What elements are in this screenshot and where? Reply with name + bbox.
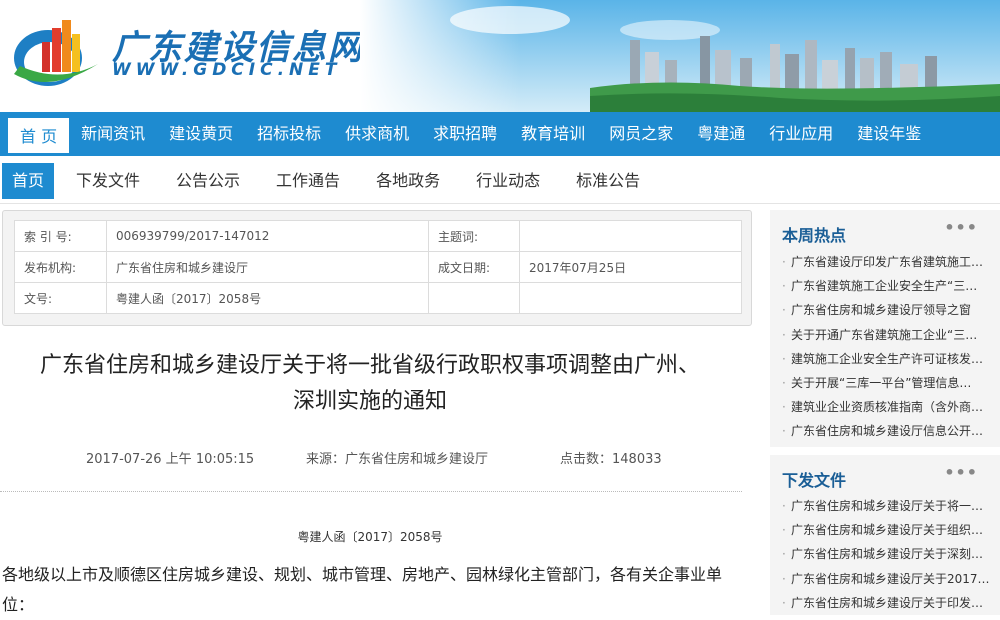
sidebar-separator bbox=[770, 447, 1000, 455]
sidebar-list-item-label: 广东省住房和城乡建设厅关于深刻… bbox=[791, 547, 984, 562]
sidebar-list-item-label: 广东省建筑施工企业安全生产“三… bbox=[791, 279, 978, 294]
hot-topics-list: · 广东省建设厅印发广东省建筑施工… · 广东省建筑施工企业安全生产“三… · 广东省住房… bbox=[782, 250, 1000, 444]
bullet-icon: · bbox=[782, 523, 786, 538]
sidebar-list-item-label: 关于开通广东省建筑施工企业“三… bbox=[791, 327, 978, 342]
hot-topics-more-button[interactable]: ••• bbox=[944, 218, 978, 237]
bullet-icon: · bbox=[782, 303, 786, 318]
article-body: 各地级以上市及顺德区住房城乡建设、规划、城市管理、房地产、园林绿化主管部门，各有… bbox=[2, 560, 742, 620]
main-nav-item[interactable]: 新闻资讯 bbox=[69, 115, 157, 153]
sidebar-list-item[interactable]: · 关于开展“三库一平台”管理信息… bbox=[782, 371, 1000, 395]
sidebar-list-item[interactable]: · 建筑施工企业安全生产许可证核发… bbox=[782, 347, 1000, 371]
docno-value: 粤建人函〔2017〕2058号 bbox=[106, 282, 429, 314]
bullet-icon: · bbox=[782, 279, 786, 294]
empty-label bbox=[428, 282, 520, 314]
sub-nav-item[interactable]: 行业动态 bbox=[464, 163, 552, 199]
sub-nav-item[interactable]: 首页 bbox=[2, 162, 55, 199]
site-logo-icon[interactable] bbox=[10, 14, 102, 92]
article-source: 来源：广东省住房和城乡建设厅 bbox=[306, 452, 489, 467]
bullet-icon: · bbox=[782, 400, 786, 415]
main-nav-item[interactable]: 教育培训 bbox=[509, 115, 597, 153]
site-url[interactable]: WWW.GDCIC.NET bbox=[112, 60, 341, 80]
sidebar-list-item-label: 建筑业企业资质核准指南（含外商… bbox=[791, 400, 984, 415]
hot-topics-title: 本周热点 bbox=[782, 226, 847, 245]
sidebar-list-item-label: 关于开展“三库一平台”管理信息… bbox=[791, 375, 972, 390]
index-label: 索 引 号: bbox=[14, 220, 107, 252]
sidebar-list-item-label: 广东省住房和城乡建设厅关于2017… bbox=[791, 571, 990, 586]
main-nav-item[interactable]: 招标投标 bbox=[245, 115, 333, 153]
sidebar-list-item[interactable]: · 广东省住房和城乡建设厅关于印发… bbox=[782, 591, 1000, 615]
document-meta-box: 索 引 号: 006939799/2017-147012 主题词: 发布机构: … bbox=[2, 210, 752, 326]
sidebar-list-item[interactable]: · 广东省住房和城乡建设厅关于组织… bbox=[782, 518, 1000, 542]
main-nav-item[interactable]: 供求商机 bbox=[333, 115, 421, 153]
issuer-value: 广东省住房和城乡建设厅 bbox=[106, 251, 429, 283]
sidebar-list-item[interactable]: · 建筑业企业资质核准指南（含外商… bbox=[782, 395, 1000, 419]
docno-label: 文号: bbox=[14, 282, 107, 314]
city-skyline-banner bbox=[360, 0, 1000, 112]
sub-nav-item[interactable]: 公告公示 bbox=[164, 163, 252, 199]
bullet-icon: · bbox=[782, 547, 786, 562]
sub-nav-item[interactable]: 各地政务 bbox=[364, 163, 452, 199]
sub-nav-item[interactable]: 标准公告 bbox=[564, 163, 652, 199]
bullet-icon: · bbox=[782, 255, 786, 269]
bullet-icon: · bbox=[782, 327, 786, 342]
sidebar-list-item[interactable]: · 广东省住房和城乡建设厅关于将一… bbox=[782, 494, 1000, 518]
document-meta-table: 索 引 号: 006939799/2017-147012 主题词: 发布机构: … bbox=[14, 220, 742, 314]
main-nav-item[interactable]: 建设年鉴 bbox=[845, 115, 933, 153]
sidebar-list-item-label: 广东省住房和城乡建设厅关于组织… bbox=[791, 523, 984, 538]
subject-value bbox=[519, 220, 742, 252]
sidebar-list-item-label: 广东省住房和城乡建设厅关于印发… bbox=[791, 595, 984, 610]
article-title: 广东省住房和城乡建设厅关于将一批省级行政职权事项调整由广州、 深圳实施的通知 bbox=[0, 348, 740, 420]
sidebar-list-item[interactable]: · 广东省建设厅印发广东省建筑施工… bbox=[782, 250, 1000, 274]
issuer-label: 发布机构: bbox=[14, 251, 107, 283]
article-title-line-1: 广东省住房和城乡建设厅关于将一批省级行政职权事项调整由广州、 bbox=[39, 353, 700, 378]
issued-docs-title: 下发文件 bbox=[782, 471, 847, 490]
main-nav-item[interactable]: 粤建通 bbox=[685, 115, 757, 153]
main-nav-item[interactable]: 网员之家 bbox=[597, 115, 685, 153]
sidebar-list-item[interactable]: · 广东省住房和城乡建设厅关于2017… bbox=[782, 567, 1000, 591]
bullet-icon: · bbox=[782, 351, 786, 366]
index-value: 006939799/2017-147012 bbox=[106, 220, 429, 252]
main-nav-item[interactable]: 首 页 bbox=[8, 115, 70, 153]
site-header: 广东建设信息网 WWW.GDCIC.NET bbox=[0, 0, 1000, 112]
issued-docs-more-button[interactable]: ••• bbox=[944, 463, 978, 482]
sub-nav-item[interactable]: 下发文件 bbox=[64, 163, 152, 199]
sidebar-list-item-label: 广东省住房和城乡建设厅领导之窗 bbox=[791, 303, 972, 318]
sidebar-list-item-label: 广东省建设厅印发广东省建筑施工… bbox=[791, 255, 984, 269]
sidebar-list-item-label: 建筑施工企业安全生产许可证核发… bbox=[791, 351, 984, 366]
main-nav-item[interactable]: 行业应用 bbox=[757, 115, 845, 153]
article-body-line-2: 位： bbox=[2, 595, 35, 614]
sidebar-list-item-label: 广东省住房和城乡建设厅关于将一… bbox=[791, 499, 984, 513]
bullet-icon: · bbox=[782, 499, 786, 513]
bullet-icon: · bbox=[782, 571, 786, 586]
main-nav-item[interactable]: 建设黄页 bbox=[157, 115, 245, 153]
article-divider bbox=[0, 491, 742, 492]
empty-value bbox=[519, 282, 742, 314]
article-body-line-1: 各地级以上市及顺德区住房城乡建设、规划、城市管理、房地产、园林绿化主管部门，各有… bbox=[2, 565, 723, 584]
sub-nav-item[interactable]: 工作通告 bbox=[264, 163, 352, 199]
article-doc-number: 粤建人函〔2017〕2058号 bbox=[297, 530, 443, 544]
sidebar-list-item[interactable]: · 广东省住房和城乡建设厅关于深刻… bbox=[782, 542, 1000, 566]
bullet-icon: · bbox=[782, 595, 786, 610]
main-nav-item[interactable]: 求职招聘 bbox=[421, 115, 509, 153]
sidebar: 本周热点 ••• · 广东省建设厅印发广东省建筑施工… · 广东省建筑施工企业安全生产… bbox=[770, 210, 1000, 615]
article-title-line-2: 深圳实施的通知 bbox=[292, 389, 447, 414]
sub-nav: 首页 下发文件 公告公示 工作通告 各地政务 行业动态 标准公告 bbox=[0, 158, 1000, 204]
bullet-icon: · bbox=[782, 424, 786, 439]
date-value: 2017年07月25日 bbox=[519, 251, 742, 283]
bullet-icon: · bbox=[782, 375, 786, 390]
subject-label: 主题词: bbox=[428, 220, 520, 252]
date-label: 成文日期: bbox=[428, 251, 520, 283]
article-datetime: 2017-07-26 上午 10:05:15 bbox=[86, 452, 255, 467]
main-nav: 首 页新闻资讯 建设黄页 招标投标 供求商机 求职招聘 教育培训 网员之家 粤建通 行业应用 建设… bbox=[0, 112, 1000, 156]
sidebar-list-item[interactable]: · 关于开通广东省建筑施工企业“三… bbox=[782, 323, 1000, 347]
article-clicks: 点击数：148033 bbox=[560, 452, 662, 467]
sidebar-list-item[interactable]: · 广东省住房和城乡建设厅领导之窗 bbox=[782, 298, 1000, 322]
sidebar-list-item[interactable]: · 广东省住房和城乡建设厅信息公开… bbox=[782, 419, 1000, 443]
sidebar-list-item-label: 广东省住房和城乡建设厅信息公开… bbox=[791, 424, 984, 439]
issued-docs-list: · 广东省住房和城乡建设厅关于将一… · 广东省住房和城乡建设厅关于组织… · 广东省住房… bbox=[782, 494, 1000, 615]
sidebar-list-item[interactable]: · 广东省建筑施工企业安全生产“三… bbox=[782, 274, 1000, 298]
